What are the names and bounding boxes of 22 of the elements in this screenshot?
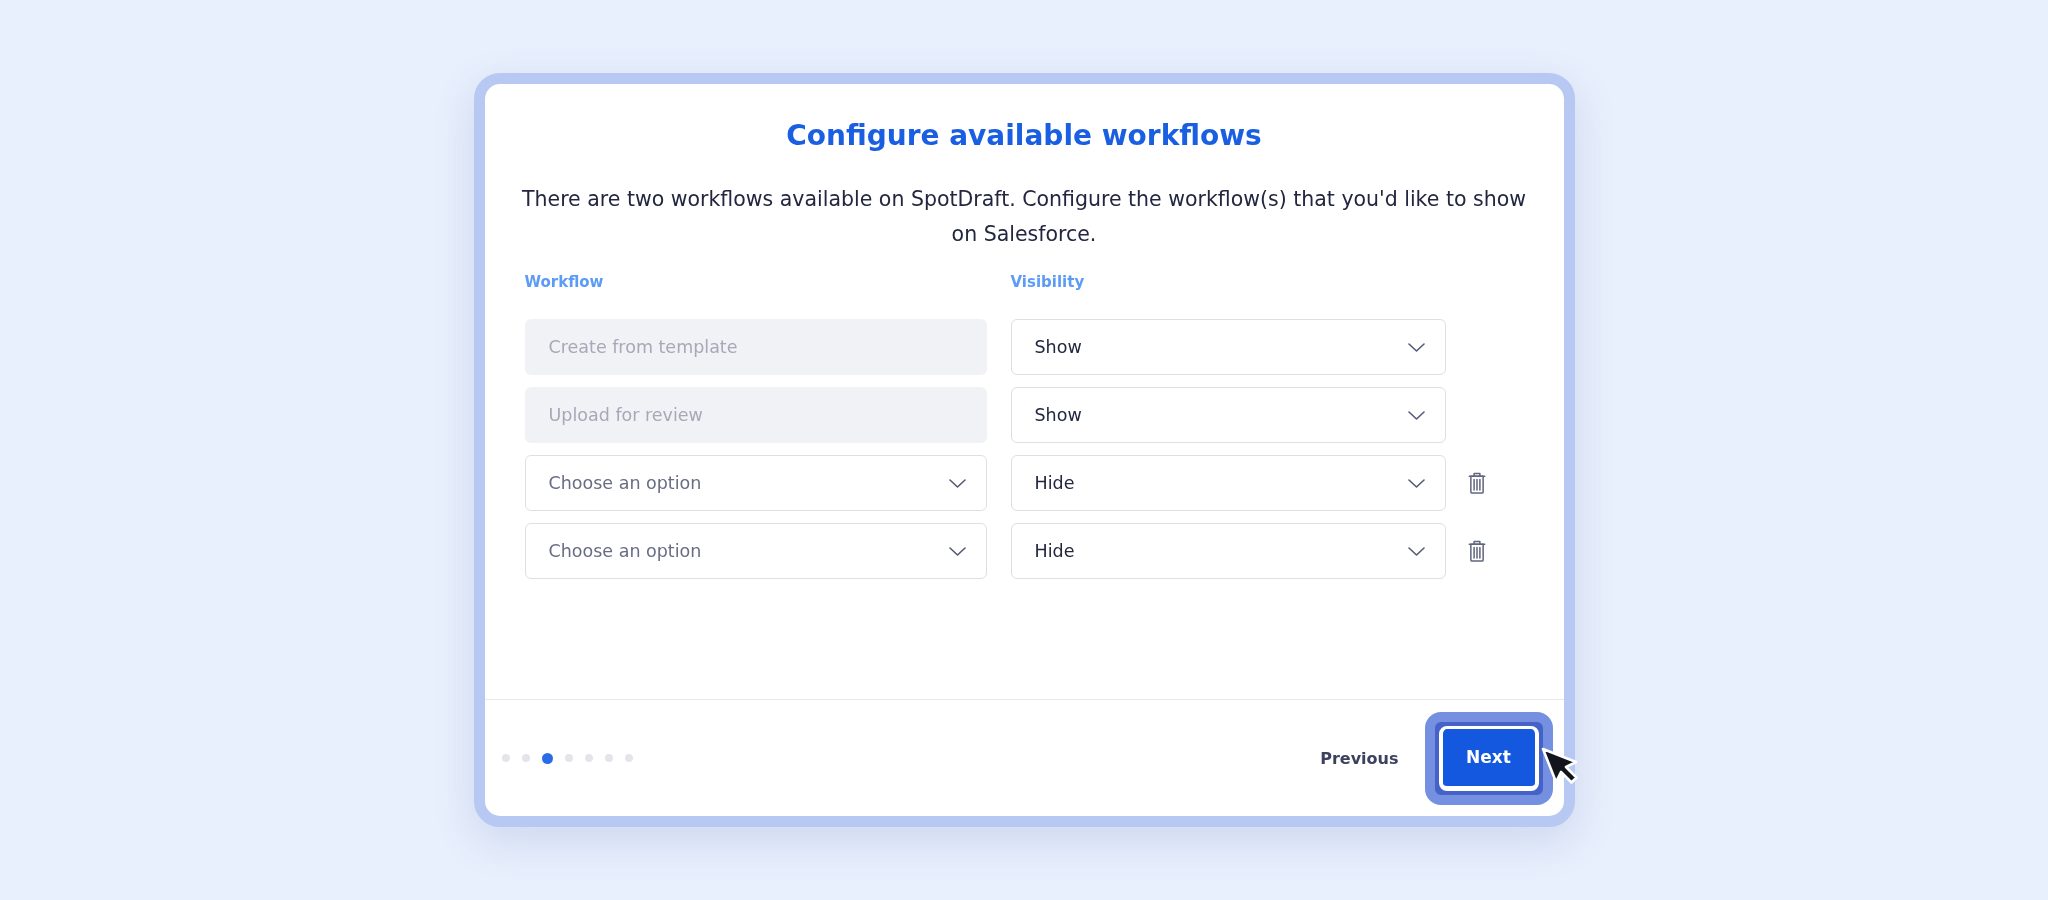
workflow-dropdown[interactable]: Choose an option: [524, 455, 987, 511]
dialog-description: There are two workflows available on SpotDraft. Configure the workflow(s) that you'd like to show on Salesforce.: [521, 186, 1527, 248]
workflow-field: Create from template: [524, 319, 987, 375]
chevron-down-icon: [948, 478, 966, 488]
trash-icon[interactable]: [1467, 540, 1486, 562]
visibility-dropdown[interactable]: Show: [1010, 319, 1446, 375]
chevron-down-icon: [1407, 478, 1425, 488]
workflow-field: Upload for review: [524, 387, 987, 443]
next-button[interactable]: Next: [1438, 725, 1539, 791]
column-label: Workflow: [524, 272, 604, 292]
previous-button[interactable]: Previous: [1320, 748, 1399, 768]
workflow-dropdown[interactable]: Choose an option: [524, 523, 987, 579]
trash-icon[interactable]: [1467, 472, 1486, 494]
chevron-down-icon: [1407, 546, 1425, 556]
dialog-title: Configure available workflows: [785, 118, 1263, 154]
column-label: Visibility: [1010, 272, 1085, 292]
visibility-dropdown[interactable]: Hide: [1010, 455, 1446, 511]
chevron-down-icon: [1407, 410, 1425, 420]
chevron-down-icon: [948, 546, 966, 556]
visibility-dropdown[interactable]: Show: [1010, 387, 1446, 443]
chevron-down-icon: [1407, 342, 1425, 352]
visibility-dropdown[interactable]: Hide: [1010, 523, 1446, 579]
